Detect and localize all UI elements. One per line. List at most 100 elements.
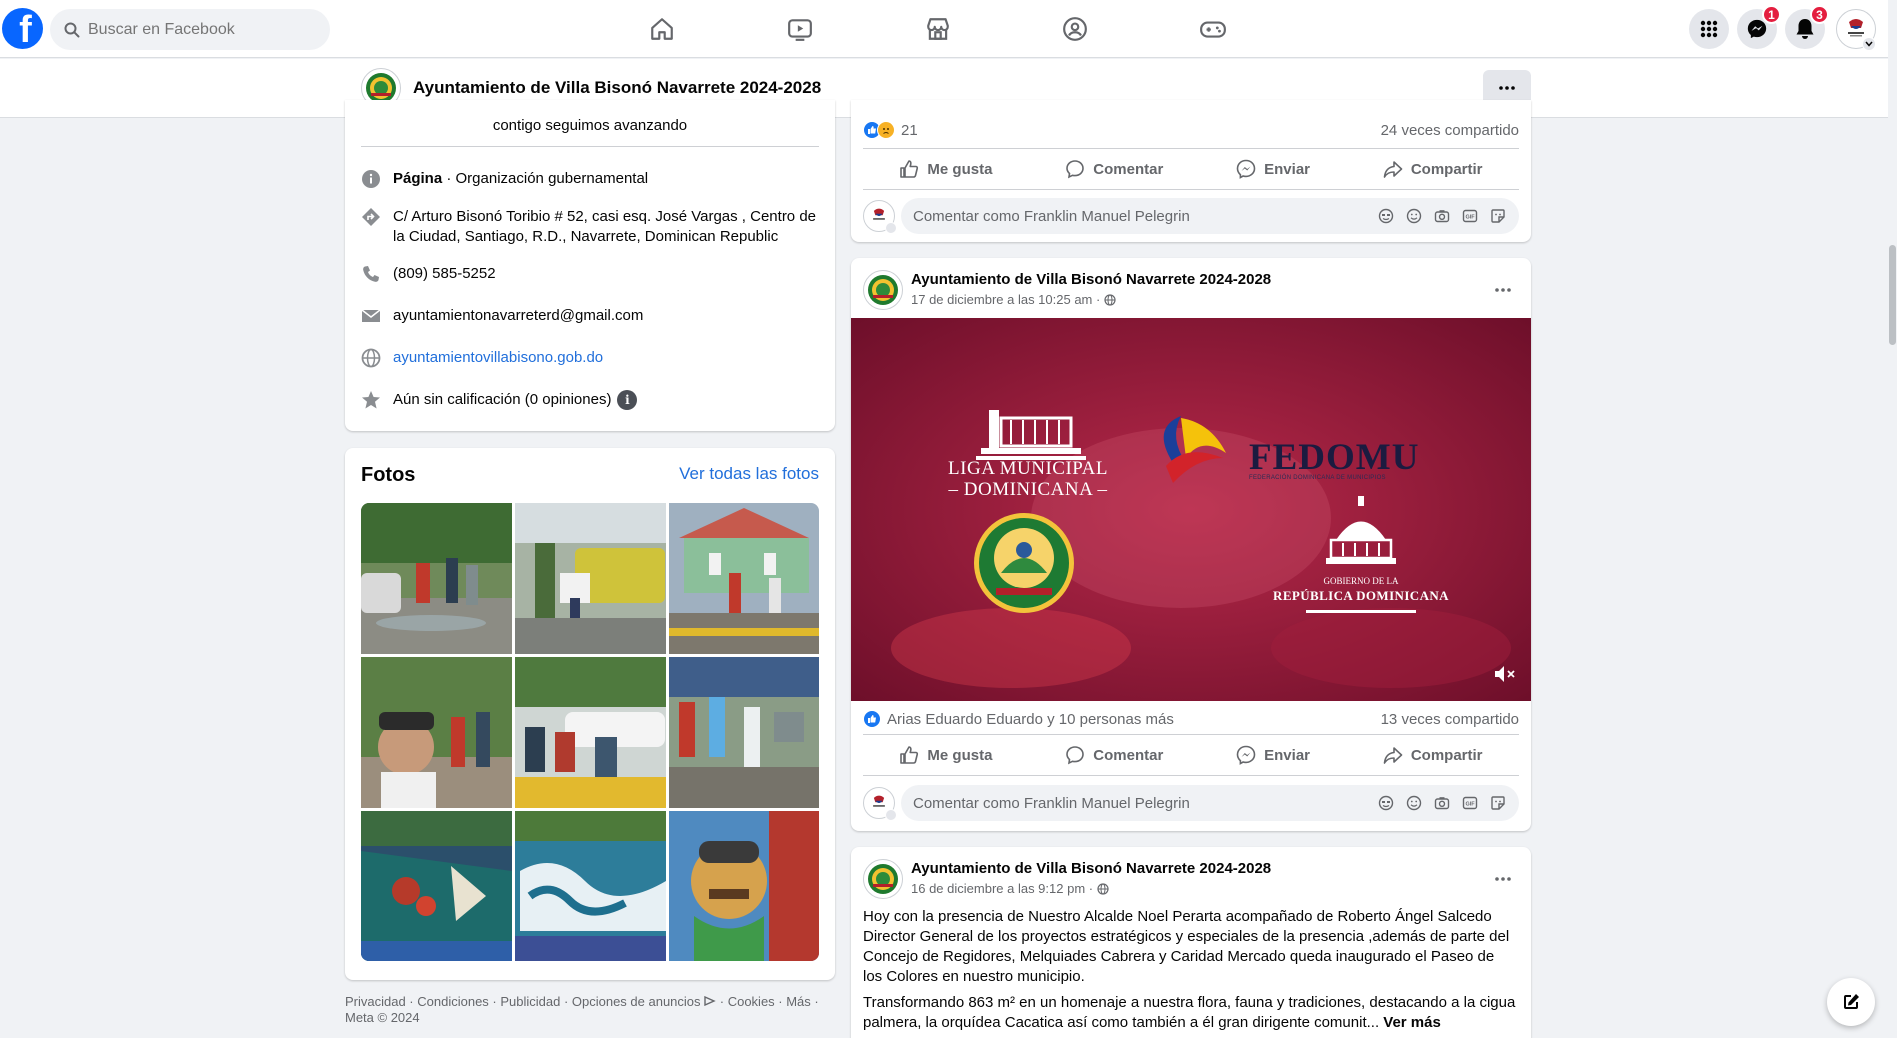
marketplace-icon[interactable]	[923, 14, 953, 44]
website-link[interactable]: ayuntamientovillabisono.gob.do	[393, 348, 603, 368]
video-icon[interactable]	[785, 14, 815, 44]
photos-card: Fotos Ver todas las fotos	[345, 448, 835, 980]
notifications-button[interactable]: 3	[1785, 5, 1829, 49]
like-button[interactable]: Me gusta	[899, 745, 992, 765]
photo-thumbnail[interactable]	[669, 811, 819, 961]
phone-row: (809) 585-5252	[361, 264, 496, 284]
globe-icon	[361, 348, 381, 368]
phone-icon	[361, 264, 381, 284]
search-input[interactable]	[88, 20, 288, 39]
share-button[interactable]: Compartir	[1383, 745, 1483, 765]
avatar-sticker-icon[interactable]	[1377, 794, 1395, 812]
email-row: ayuntamientonavarreterd@gmail.com	[361, 306, 643, 326]
groups-icon[interactable]	[1060, 14, 1090, 44]
post-options-button[interactable]	[1491, 867, 1515, 891]
see-all-photos-link[interactable]: Ver todas las fotos	[679, 464, 819, 484]
menu-grid-button[interactable]	[1689, 9, 1729, 49]
camera-icon[interactable]	[1433, 794, 1451, 812]
share-arrow-icon	[1383, 747, 1403, 764]
page-title[interactable]: Ayuntamiento de Villa Bisonó Navarrete 2…	[413, 78, 821, 98]
facebook-logo[interactable]: f	[2, 8, 43, 49]
website-row: ayuntamientovillabisono.gob.do	[361, 348, 603, 368]
photo-thumbnail[interactable]	[669, 503, 819, 654]
post-author-name[interactable]: Ayuntamiento de Villa Bisonó Navarrete 2…	[911, 860, 1271, 877]
comment-button[interactable]: Comentar	[1065, 159, 1163, 179]
gif-icon[interactable]: GIF	[1461, 794, 1479, 812]
post-timestamp[interactable]: 17 de diciembre a las 10:25 am ·	[911, 292, 1116, 307]
emoji-icon[interactable]	[1405, 207, 1423, 225]
photo-thumbnail[interactable]	[361, 657, 512, 808]
share-button[interactable]: Compartir	[1383, 159, 1483, 179]
comment-input[interactable]: Comentar como Franklin Manuel Pelegrin G…	[901, 198, 1519, 234]
mute-icon[interactable]	[1493, 664, 1517, 689]
photo-thumbnail[interactable]	[361, 811, 512, 961]
see-more-link[interactable]: Ver más	[1383, 1014, 1441, 1031]
post-video[interactable]: LIGA MUNICIPAL – DOMINICANA – FEDOMU FED…	[851, 318, 1531, 701]
gaming-icon[interactable]	[1198, 14, 1228, 44]
photo-thumbnail[interactable]	[361, 503, 512, 654]
post-author-avatar[interactable]	[863, 859, 903, 899]
like-button[interactable]: Me gusta	[899, 159, 992, 179]
emoji-icon[interactable]	[1405, 794, 1423, 812]
search-bar[interactable]	[50, 9, 330, 50]
sticker-icon[interactable]	[1489, 794, 1507, 812]
comment-placeholder: Comentar como Franklin Manuel Pelegrin	[913, 207, 1190, 225]
post-timestamp[interactable]: 16 de diciembre a las 9:12 pm ·	[911, 881, 1109, 896]
photo-thumbnail[interactable]	[515, 657, 666, 808]
camera-icon[interactable]	[1433, 207, 1451, 225]
government-line1: GOBIERNO DE LA	[1323, 576, 1399, 586]
home-icon[interactable]	[647, 14, 677, 44]
info-icon	[361, 169, 381, 189]
photo-thumbnail[interactable]	[515, 811, 666, 961]
share-count[interactable]: 13 veces compartido	[1381, 711, 1519, 728]
rating-row: Aún sin calificación (0 opiniones) i	[361, 390, 638, 411]
post-paragraph: Hoy con la presencia de Nuestro Alcalde …	[863, 908, 1510, 985]
reaction-summary[interactable]: Arias Eduardo Eduardo y 10 personas más	[863, 710, 1174, 728]
scrollbar-thumb[interactable]	[1889, 245, 1896, 345]
gif-icon[interactable]: GIF	[1461, 207, 1479, 225]
post-card: Ayuntamiento de Villa Bisonó Navarrete 2…	[851, 258, 1531, 831]
fedomu-wordmark: FEDOMU	[1249, 437, 1420, 478]
share-label: Compartir	[1410, 746, 1483, 764]
comment-input[interactable]: Comentar como Franklin Manuel Pelegrin G…	[901, 785, 1519, 821]
send-button[interactable]: Enviar	[1236, 159, 1310, 179]
new-message-button[interactable]	[1827, 978, 1875, 1026]
facebook-logo-letter: f	[19, 9, 32, 49]
photos-title[interactable]: Fotos	[361, 464, 415, 487]
comment-button[interactable]: Comentar	[1065, 745, 1163, 765]
share-count[interactable]: 24 veces compartido	[1381, 122, 1519, 139]
reactions-row: 21 24 veces compartido	[863, 121, 1519, 139]
post-author-name[interactable]: Ayuntamiento de Villa Bisonó Navarrete 2…	[911, 271, 1271, 288]
avatar-sticker-icon[interactable]	[1377, 207, 1395, 225]
directions-icon	[361, 207, 381, 227]
footer-links-more[interactable]: · Cookies · Más ·	[716, 994, 819, 1009]
messenger-button[interactable]: 1	[1737, 5, 1781, 49]
account-menu-chevron-icon[interactable]	[1862, 37, 1876, 51]
send-button[interactable]: Enviar	[1236, 745, 1310, 765]
photo-thumbnail[interactable]	[669, 657, 819, 808]
commenter-avatar[interactable]	[863, 200, 897, 234]
comment-tools: GIF	[1377, 794, 1507, 812]
comment-icon	[1066, 746, 1085, 765]
commenter-avatar[interactable]	[863, 787, 897, 821]
sad-reaction-icon	[877, 121, 895, 139]
sticker-icon[interactable]	[1489, 207, 1507, 225]
footer-links-text[interactable]: Privacidad · Condiciones · Publicidad · …	[345, 994, 701, 1009]
more-dots-icon	[1499, 86, 1515, 90]
rating-info-icon[interactable]: i	[617, 390, 638, 411]
page-scrollbar[interactable]	[1888, 0, 1897, 1038]
comment-label: Comentar	[1093, 160, 1164, 178]
reaction-summary[interactable]: 21	[863, 121, 918, 139]
messenger-send-icon	[1236, 745, 1256, 765]
envelope-icon	[361, 306, 381, 326]
footer-links: Privacidad · Condiciones · Publicidad · …	[345, 994, 835, 1026]
address-row: C/ Arturo Bisonó Toribio # 52, casi esq.…	[361, 207, 821, 247]
photo-thumbnail[interactable]	[515, 503, 666, 654]
post-author-avatar[interactable]	[863, 270, 903, 310]
messenger-send-icon	[1236, 159, 1256, 179]
share-label: Compartir	[1410, 160, 1483, 178]
email-text: ayuntamientonavarreterd@gmail.com	[393, 307, 644, 324]
post-card: 21 24 veces compartido Me gusta Comentar…	[851, 100, 1531, 242]
post-options-button[interactable]	[1491, 278, 1515, 302]
post-body: Hoy con la presencia de Nuestro Alcalde …	[863, 907, 1517, 1038]
